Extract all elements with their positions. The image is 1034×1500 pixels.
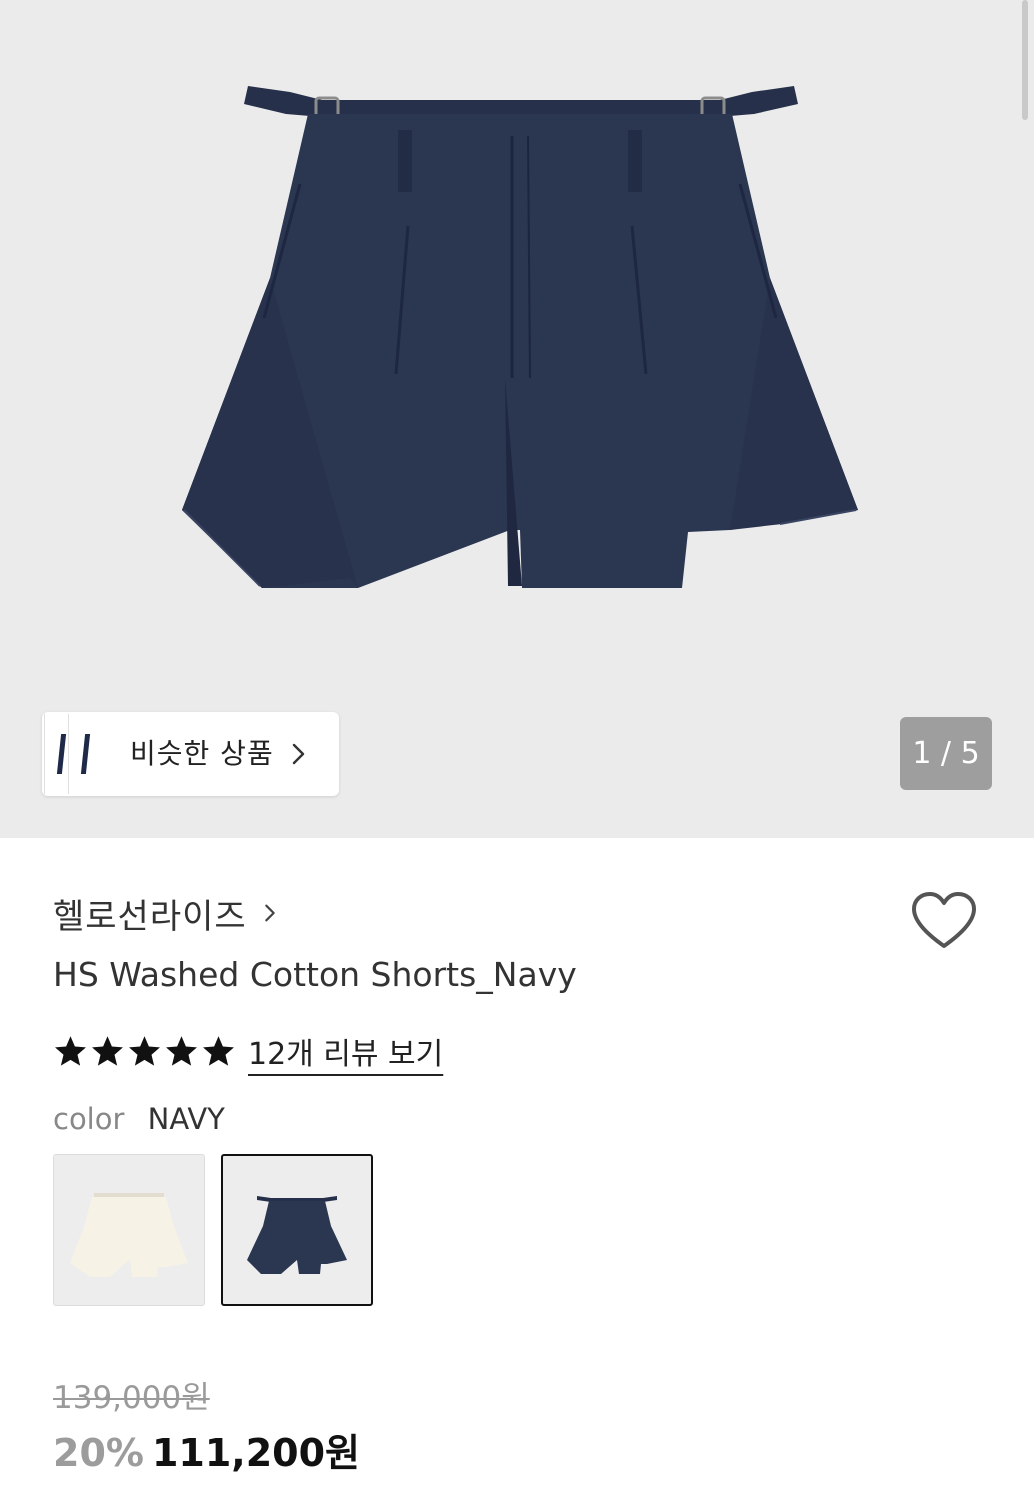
similar-products-button[interactable]: 비슷한 상품 (42, 712, 339, 796)
chevron-right-icon (264, 904, 275, 922)
product-image (182, 86, 858, 588)
star-icon (203, 1035, 234, 1066)
rating-row: 12개 리뷰 보기 (53, 1028, 443, 1074)
color-swatch-navy[interactable] (221, 1154, 373, 1306)
color-label: color (53, 1102, 125, 1136)
star-icon (55, 1035, 86, 1066)
navy-shorts-thumbnail (247, 1196, 347, 1274)
chevron-right-icon (292, 743, 305, 765)
heart-icon[interactable] (910, 890, 978, 952)
product-gallery[interactable]: 비슷한 상품 1 / 5 (0, 0, 1034, 838)
selected-color-value: NAVY (147, 1102, 225, 1136)
color-selection-label: color NAVY (53, 1102, 225, 1136)
similar-products-label: 비슷한 상품 (130, 737, 274, 770)
star-icon (92, 1035, 123, 1066)
original-price: 139,000원 (53, 1380, 210, 1416)
brand-link[interactable]: 헬로선라이즈 (53, 888, 281, 938)
color-swatch-ivory[interactable] (53, 1154, 205, 1306)
reviews-link[interactable]: 12개 리뷰 보기 (248, 1029, 443, 1073)
star-icon (166, 1035, 197, 1066)
scrollbar[interactable] (1022, 0, 1028, 120)
star-rating (53, 1034, 236, 1069)
product-title: HS Washed Cotton Shorts_Navy (53, 955, 577, 994)
star-icon (129, 1035, 160, 1066)
ivory-shorts-thumbnail (70, 1193, 188, 1277)
brand-name: 헬로선라이즈 (53, 896, 247, 937)
similar-thumbnail (68, 714, 121, 794)
image-page-indicator: 1 / 5 (900, 717, 992, 790)
sale-price-row: 20% 111,200원 (53, 1422, 360, 1477)
sale-price: 111,200원 (151, 1431, 361, 1475)
discount-rate: 20% (53, 1431, 144, 1475)
